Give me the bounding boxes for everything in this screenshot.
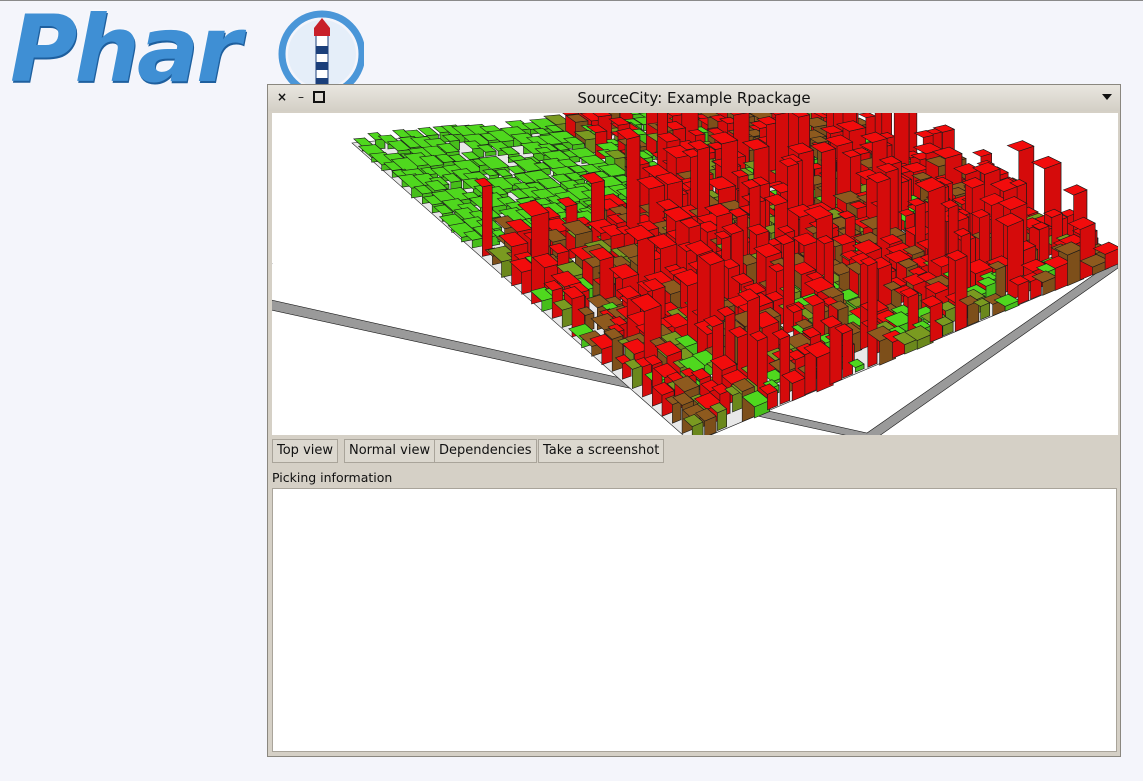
take-screenshot-button[interactable]: Take a screenshot bbox=[538, 439, 665, 463]
city-3d-viewport[interactable] bbox=[272, 113, 1118, 435]
sourcecity-window[interactable]: × – SourceCity: Example Rpackage Top vie… bbox=[267, 84, 1121, 757]
dependencies-button[interactable]: Dependencies bbox=[434, 439, 537, 463]
window-title: SourceCity: Example Rpackage bbox=[577, 89, 811, 107]
picking-information-area[interactable] bbox=[272, 488, 1117, 752]
window-menu-icon[interactable] bbox=[1102, 94, 1112, 100]
normal-view-button[interactable]: Normal view bbox=[344, 439, 436, 463]
top-view-button[interactable]: Top view bbox=[272, 439, 339, 463]
picking-information-label: Picking information bbox=[272, 470, 393, 485]
city-render[interactable] bbox=[272, 113, 1118, 435]
window-titlebar[interactable]: × – SourceCity: Example Rpackage bbox=[268, 85, 1120, 111]
